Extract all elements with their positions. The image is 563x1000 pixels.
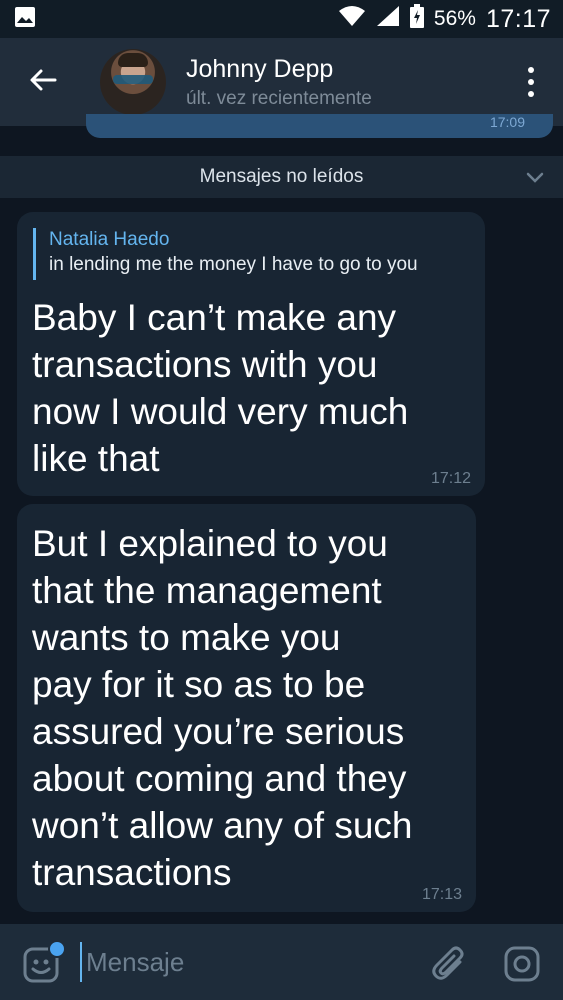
signal-icon bbox=[376, 5, 400, 33]
wifi-icon bbox=[338, 5, 366, 33]
outgoing-message-bubble[interactable]: 17:09 bbox=[86, 114, 553, 138]
battery-icon bbox=[409, 4, 424, 34]
unread-label: Mensajes no leídos bbox=[199, 166, 364, 187]
unread-messages-banner: Mensajes no leídos bbox=[0, 156, 563, 198]
reply-text: in lending me the money I have to go to … bbox=[49, 254, 418, 275]
clock: 17:17 bbox=[485, 4, 551, 33]
message-time: 17:13 bbox=[421, 886, 462, 903]
status-bar: 56% 17:17 bbox=[0, 0, 563, 38]
camera-icon[interactable] bbox=[502, 944, 542, 984]
message-text: Baby I can’t make any transactions with … bbox=[32, 297, 409, 479]
avatar[interactable] bbox=[100, 49, 166, 115]
paperclip-icon[interactable] bbox=[430, 944, 470, 984]
back-button[interactable] bbox=[0, 38, 86, 126]
contact-name: Johnny Depp bbox=[186, 55, 334, 83]
message-input[interactable] bbox=[80, 942, 410, 982]
incoming-message-bubble[interactable]: But I explained to you that the manageme… bbox=[17, 504, 476, 912]
notification-dot bbox=[48, 940, 66, 958]
more-vert-icon[interactable] bbox=[521, 60, 541, 104]
message-text: But I explained to you that the manageme… bbox=[32, 523, 413, 893]
chat-header: Johnny Depp últ. vez recientemente bbox=[0, 38, 563, 126]
image-icon bbox=[14, 6, 36, 33]
last-seen-status: últ. vez recientemente bbox=[186, 88, 372, 109]
contact-info[interactable]: Johnny Depp últ. vez recientemente bbox=[186, 54, 372, 110]
message-input-bar bbox=[0, 924, 563, 1000]
reply-quote[interactable]: Natalia Haedo in lending me the money I … bbox=[33, 228, 418, 280]
reply-author: Natalia Haedo bbox=[49, 229, 170, 250]
battery-percent: 56% bbox=[433, 7, 476, 30]
chevron-down-icon[interactable] bbox=[525, 167, 545, 187]
incoming-message-bubble[interactable]: Natalia Haedo in lending me the money I … bbox=[17, 212, 485, 496]
back-arrow-icon bbox=[29, 68, 57, 97]
message-time: 17:09 bbox=[489, 114, 525, 130]
message-time: 17:12 bbox=[430, 470, 471, 487]
